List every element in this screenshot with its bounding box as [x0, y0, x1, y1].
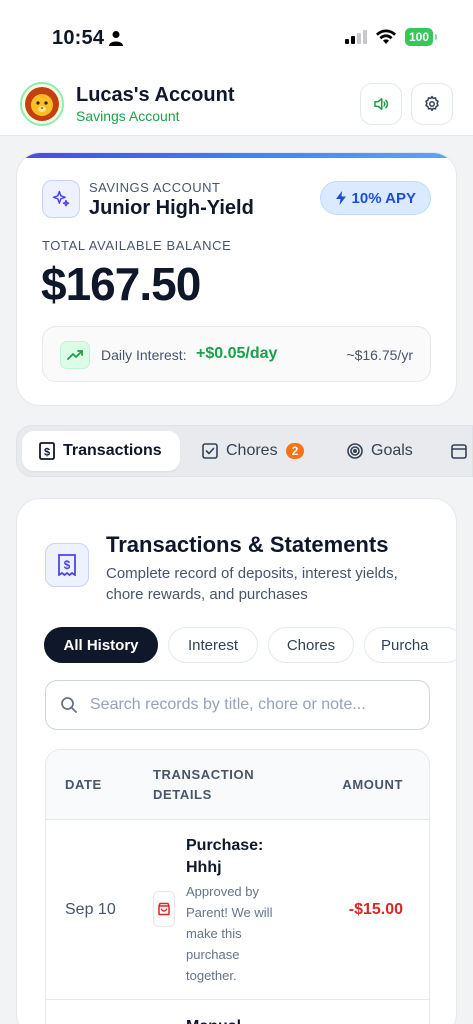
- svg-text:$: $: [44, 447, 50, 459]
- savings-account-label: SAVINGS ACCOUNT: [89, 180, 221, 195]
- filter-chips: All History Interest Chores Purcha: [44, 627, 456, 665]
- trending-up-icon: [60, 341, 90, 369]
- tab-goals[interactable]: Goals: [347, 431, 413, 471]
- tab-chores[interactable]: Chores 2: [202, 431, 305, 471]
- transactions-subtitle: Complete record of deposits, interest yi…: [106, 565, 398, 603]
- sound-button[interactable]: [360, 83, 402, 125]
- table-header: DATE TRANSACTION DETAILS AMOUNT: [46, 750, 429, 820]
- status-bar: 10:54 100: [0, 0, 473, 78]
- svg-text:$: $: [64, 558, 71, 572]
- avatar[interactable]: [20, 82, 64, 126]
- tab-transactions[interactable]: $ Transactions: [22, 431, 180, 471]
- row-note-line5: together.: [186, 968, 237, 983]
- receipt-dollar-icon: $: [45, 543, 89, 587]
- app-header: Lucas's Account Savings Account: [0, 78, 473, 136]
- tab-goals-label: Goals: [371, 442, 413, 459]
- wifi-icon: [375, 29, 396, 44]
- tab-more[interactable]: [451, 431, 467, 471]
- target-icon: [347, 443, 363, 459]
- cellular-signal-icon: [344, 30, 367, 44]
- settings-button[interactable]: [411, 83, 453, 125]
- row-title-line1: Purchase:: [186, 837, 264, 854]
- search-input[interactable]: [90, 696, 410, 714]
- card-accent-bar: [17, 153, 456, 158]
- column-amount: AMOUNT: [342, 777, 403, 792]
- apy-badge: 10% APY: [319, 181, 431, 215]
- sparkles-icon: [42, 180, 80, 218]
- balance-label: TOTAL AVAILABLE BALANCE: [42, 238, 232, 253]
- search-box: [45, 680, 430, 730]
- speaker-icon: [374, 98, 389, 110]
- yearly-interest: ~$16.75/yr: [346, 347, 413, 363]
- chores-count-badge: 2: [285, 443, 305, 459]
- section-tabs: $ Transactions Chores 2 Goals: [16, 425, 473, 477]
- row-note-line4: purchase: [186, 947, 240, 962]
- lightning-icon: [335, 191, 346, 205]
- row-title-line2: Hhhj: [186, 859, 222, 876]
- daily-interest-value: +$0.05/day: [196, 345, 278, 362]
- table-row[interactable]: Manual: [46, 1000, 429, 1024]
- row-note-line2: Parent! We will: [186, 905, 273, 920]
- filter-all-history[interactable]: All History: [44, 627, 158, 663]
- calendar-icon: [451, 444, 467, 459]
- status-time: 10:54: [52, 27, 105, 49]
- checkbox-icon: [202, 443, 218, 459]
- transactions-card: $ Transactions & Statements Complete rec…: [16, 498, 457, 1024]
- lion-avatar-icon: [25, 87, 59, 121]
- column-details-line2: DETAILS: [153, 787, 212, 802]
- person-icon: [109, 31, 123, 46]
- filter-interest[interactable]: Interest: [168, 627, 258, 663]
- row-date: Sep 10: [65, 901, 116, 918]
- receipt-icon: $: [39, 442, 55, 460]
- filter-chores[interactable]: Chores: [268, 627, 354, 663]
- daily-interest-label: Daily Interest:: [101, 347, 187, 363]
- tab-transactions-label: Transactions: [63, 442, 162, 459]
- apy-label: 10% APY: [351, 189, 416, 207]
- filter-purchases[interactable]: Purcha: [364, 627, 456, 663]
- row-note-line1: Approved by: [186, 884, 259, 899]
- account-name: Lucas's Account: [76, 84, 235, 106]
- daily-interest-row: Daily Interest: +$0.05/day ~$16.75/yr: [42, 326, 431, 382]
- column-date: DATE: [65, 777, 102, 792]
- tab-chores-label: Chores: [226, 442, 278, 459]
- gear-icon: [425, 95, 439, 112]
- column-details-line1: TRANSACTION: [153, 767, 255, 782]
- transactions-table: DATE TRANSACTION DETAILS AMOUNT Sep 10 P…: [45, 749, 430, 1024]
- shopping-bag-icon: [153, 891, 175, 927]
- account-type: Savings Account: [76, 108, 180, 124]
- row-title-line1: Manual: [186, 1016, 276, 1024]
- table-row[interactable]: Sep 10 Purchase: Hhhj Approved by Parent…: [46, 820, 429, 1000]
- row-amount: -$15.00: [348, 901, 403, 918]
- savings-account-name: Junior High-Yield: [89, 197, 254, 219]
- transactions-title: Transactions & Statements: [106, 532, 389, 557]
- balance-amount: $167.50: [41, 258, 201, 310]
- balance-card: SAVINGS ACCOUNT Junior High-Yield 10% AP…: [16, 152, 457, 406]
- battery-indicator: 100: [404, 28, 438, 46]
- search-icon: [61, 697, 77, 713]
- row-note-line3: make this: [186, 926, 242, 941]
